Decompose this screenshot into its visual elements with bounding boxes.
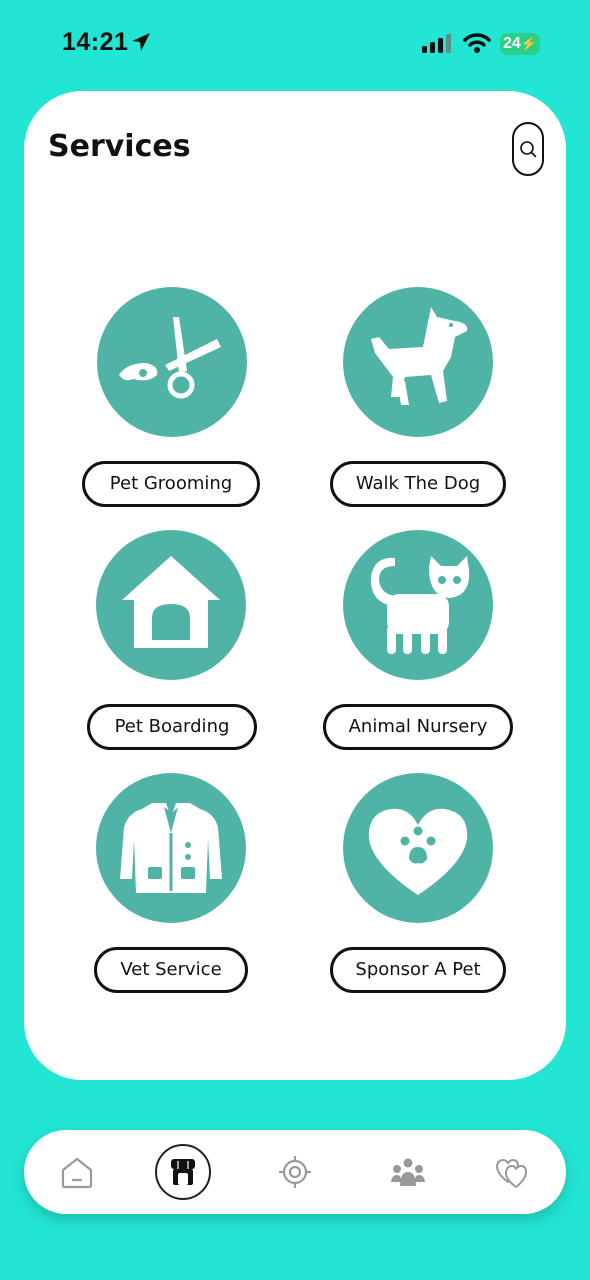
- scissors-icon: [119, 317, 221, 399]
- signal-icon: [422, 34, 451, 53]
- bottom-nav: [24, 1130, 566, 1214]
- nav-favorites[interactable]: [483, 1143, 541, 1201]
- nav-community[interactable]: [379, 1143, 437, 1201]
- pet-boarding-label-button[interactable]: Pet Boarding: [87, 704, 257, 750]
- animal-nursery-label-button[interactable]: Animal Nursery: [323, 704, 513, 750]
- nav-locate[interactable]: [266, 1143, 324, 1201]
- animal-nursery-label: Animal Nursery: [348, 716, 488, 737]
- home-icon: [61, 1157, 93, 1189]
- pet-grooming-label: Pet Grooming: [109, 473, 233, 494]
- location-arrow-icon: [132, 33, 150, 51]
- heart-paw-icon: [368, 808, 468, 895]
- search-icon: [520, 141, 537, 158]
- battery-indicator: 24⚡: [500, 33, 540, 55]
- vet-coat-icon: [120, 803, 222, 893]
- pet-boarding-label: Pet Boarding: [114, 716, 230, 737]
- cat-icon: [370, 556, 470, 654]
- charging-bolt-icon: ⚡: [520, 36, 537, 51]
- pet-grooming-label-button[interactable]: Pet Grooming: [82, 461, 260, 507]
- dog-icon: [371, 307, 468, 405]
- vet-service-button[interactable]: [96, 773, 246, 923]
- walk-the-dog-button[interactable]: [343, 287, 493, 437]
- community-icon: [391, 1158, 425, 1186]
- sponsor-a-pet-button[interactable]: [343, 773, 493, 923]
- vet-service-label: Vet Service: [120, 959, 222, 980]
- dog-house-icon: [122, 556, 220, 648]
- walk-the-dog-label: Walk The Dog: [355, 473, 481, 494]
- services-card: Services Pet Grooming Walk The Dog Pet B…: [24, 91, 566, 1080]
- sponsor-a-pet-label: Sponsor A Pet: [355, 959, 481, 980]
- pet-boarding-button[interactable]: [96, 530, 246, 680]
- target-icon: [279, 1156, 311, 1188]
- nav-services[interactable]: [155, 1144, 211, 1200]
- walk-the-dog-label-button[interactable]: Walk The Dog: [330, 461, 506, 507]
- wifi-icon: [463, 33, 491, 53]
- sponsor-a-pet-label-button[interactable]: Sponsor A Pet: [330, 947, 506, 993]
- search-button[interactable]: [512, 122, 544, 176]
- battery-level: 24: [503, 35, 521, 52]
- status-time: 14:21: [62, 28, 129, 56]
- pet-grooming-button[interactable]: [97, 287, 247, 437]
- status-bar: 14:21 24⚡: [0, 0, 590, 90]
- store-icon: [171, 1159, 195, 1185]
- hearts-icon: [495, 1158, 527, 1188]
- animal-nursery-button[interactable]: [343, 530, 493, 680]
- page-title: Services: [48, 129, 191, 164]
- nav-home[interactable]: [48, 1143, 106, 1201]
- vet-service-label-button[interactable]: Vet Service: [94, 947, 248, 993]
